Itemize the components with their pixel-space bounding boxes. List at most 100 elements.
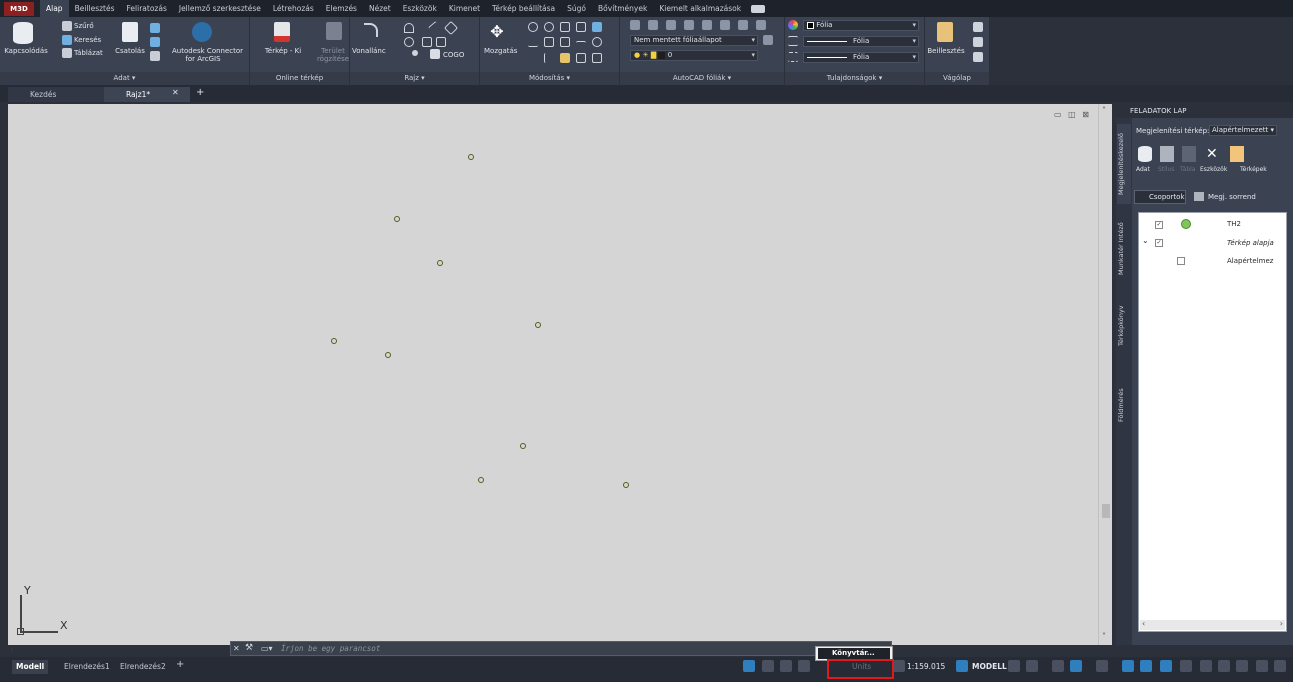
copy-clip-icon[interactable] <box>973 37 983 47</box>
copy-icon[interactable] <box>528 22 538 32</box>
layer-freeze-icon[interactable] <box>702 20 712 30</box>
checkbox-terkep-alapja[interactable]: ✓ <box>1155 239 1163 247</box>
tab-elrendezes1[interactable]: Elrendezés1 <box>60 660 114 674</box>
point-icon[interactable] <box>412 50 418 56</box>
layer-state-icon[interactable] <box>763 35 773 45</box>
szuro-button[interactable]: Szűrő <box>74 22 94 30</box>
cogo-button[interactable]: COGO <box>443 51 464 59</box>
polar-icon[interactable] <box>1070 660 1082 672</box>
tab-elemzes[interactable]: Elemzés <box>320 0 363 17</box>
tab-kimenet[interactable]: Kimenet <box>443 0 486 17</box>
new-tab-icon[interactable]: + <box>196 87 204 98</box>
viewport-controls[interactable]: ▭ ◫ ⊠ <box>1054 110 1091 119</box>
edit-attribute-icon[interactable] <box>560 53 570 63</box>
drawing-point[interactable] <box>394 216 400 222</box>
drawing-point[interactable] <box>520 443 526 449</box>
tab-kiemelt-alkalmazasok[interactable]: Kiemelt alkalmazások <box>653 0 747 17</box>
tab-munkater-intezo[interactable]: Munkatér Intéző <box>1117 215 1131 283</box>
grid-icon[interactable] <box>1008 660 1020 672</box>
cut-icon[interactable] <box>973 22 983 32</box>
megj-sorrend-button[interactable]: Megj. sorrend <box>1208 193 1256 201</box>
rotate-icon[interactable] <box>544 22 554 32</box>
annotation-monitor-icon[interactable] <box>1200 660 1212 672</box>
polygon-icon[interactable] <box>436 37 446 47</box>
beillesztes-button[interactable]: Beillesztés <box>927 47 965 55</box>
drawing-point[interactable] <box>468 154 474 160</box>
layer-match-icon[interactable] <box>648 20 658 30</box>
layer-isolate-icon[interactable] <box>684 20 694 30</box>
tab-sugo[interactable]: Súgó <box>561 0 592 17</box>
match-properties-icon[interactable] <box>973 52 983 62</box>
explode-icon[interactable] <box>592 22 602 32</box>
recent-commands-icon[interactable]: ▭▾ <box>261 644 273 653</box>
diamond-icon[interactable] <box>443 20 459 36</box>
circle-icon[interactable] <box>404 37 414 47</box>
terkep-ki-button[interactable]: Térkép - Ki <box>260 47 306 55</box>
snap-tracking-icon[interactable] <box>1140 660 1152 672</box>
drawing-canvas[interactable]: ▭ ◫ ⊠ Y X ‹ <box>8 104 1104 654</box>
tab-megjelenites-kezelo[interactable]: Megjelenítéskezelő <box>1117 124 1131 204</box>
scroll-down-icon[interactable]: ˅ <box>1102 632 1106 641</box>
grid-display-icon[interactable] <box>762 660 774 672</box>
layer-name-th2[interactable]: TH2 <box>1227 220 1241 228</box>
ribbon-display-toggle-icon[interactable] <box>751 4 766 13</box>
tab-bovitmenyek[interactable]: Bővítmények <box>592 0 653 17</box>
array-icon[interactable] <box>576 22 586 32</box>
tab-nezet[interactable]: Nézet <box>363 0 397 17</box>
tab-alap[interactable]: Alap <box>40 0 69 17</box>
status-model-icon[interactable] <box>743 660 755 672</box>
object-snap-icon[interactable] <box>1122 660 1134 672</box>
customization-menu-icon[interactable] <box>1274 660 1286 672</box>
break-icon[interactable] <box>592 53 602 63</box>
hscroll-left-icon[interactable]: ‹ <box>10 645 13 654</box>
workspace-gear-icon[interactable] <box>1180 660 1192 672</box>
layer-state-dropdown[interactable]: Nem mentett fóliaállapot ▾ <box>630 35 758 46</box>
lock-icon[interactable] <box>956 660 968 672</box>
mirror-icon[interactable] <box>528 37 538 47</box>
expand-chevron-icon[interactable]: ⌄ <box>1142 236 1149 245</box>
model-space-label[interactable]: MODELL <box>972 662 1007 671</box>
tab-feliratozas[interactable]: Feliratozás <box>121 0 173 17</box>
rectangle-icon[interactable] <box>422 37 432 47</box>
snap-icon[interactable] <box>780 660 792 672</box>
lineweight-dropdown[interactable]: Fólia ▾ <box>803 36 919 47</box>
annotation-visibility-icon[interactable] <box>1160 660 1172 672</box>
arc-icon[interactable] <box>404 23 414 33</box>
kapcsolodas-button[interactable]: Kapcsolódás <box>2 47 50 55</box>
drawing-point[interactable] <box>331 338 337 344</box>
konyvtar-menu-item[interactable]: Könyvtár... <box>818 648 890 659</box>
tab-terkep-beallitasa[interactable]: Térkép beállítása <box>486 0 561 17</box>
linetype-dropdown[interactable]: Fólia ▾ <box>803 52 919 63</box>
units-icon[interactable] <box>1218 660 1230 672</box>
clean-screen-icon[interactable] <box>1256 660 1268 672</box>
trim-icon[interactable] <box>560 22 570 32</box>
map-dropdown[interactable]: Alapértelmezett ▾ <box>1209 125 1277 136</box>
vertical-scrollbar[interactable]: ˄ ˅ <box>1098 104 1112 645</box>
line-icon[interactable] <box>427 20 443 36</box>
drawing-point[interactable] <box>385 352 391 358</box>
annotation-scale-icon[interactable] <box>893 660 905 672</box>
vonallanc-button[interactable]: Vonallánc <box>352 47 386 55</box>
tab-beillesztes[interactable]: Beillesztés <box>69 0 121 17</box>
extend-icon[interactable] <box>544 53 554 63</box>
tab-jellemzo-szerkesztese[interactable]: Jellemző szerkesztése <box>173 0 267 17</box>
kereses-button[interactable]: Keresés <box>74 36 101 44</box>
csoportok-button[interactable]: Csoportok <box>1134 190 1186 204</box>
drawing-point[interactable] <box>623 482 629 488</box>
checkbox-alapertelmez[interactable] <box>1177 257 1185 265</box>
add-layout-icon[interactable]: + <box>172 658 188 672</box>
layer-dropdown[interactable]: ● ☀ ▇ 0 ▾ <box>630 50 758 61</box>
tab-terkepkonyv[interactable]: Térképkönyv <box>1117 296 1131 356</box>
close-tab-icon[interactable]: ✕ <box>172 88 179 97</box>
scale-readout[interactable]: 1:159.015 <box>907 662 945 671</box>
isodraft-icon[interactable] <box>1096 660 1108 672</box>
tab-elrendezes2[interactable]: Elrendezés2 <box>116 660 170 674</box>
scale-icon[interactable] <box>560 37 570 47</box>
tab-kezdes[interactable]: Kezdés <box>8 87 104 102</box>
fillet-icon[interactable] <box>544 37 554 47</box>
layer-name-alapertelmez[interactable]: Alapértelmez <box>1227 257 1273 265</box>
tablazat-button[interactable]: Táblázat <box>74 49 103 57</box>
drawing-point[interactable] <box>478 477 484 483</box>
stretch-icon[interactable] <box>576 41 586 51</box>
close-command-icon[interactable]: ✕ <box>233 644 240 653</box>
